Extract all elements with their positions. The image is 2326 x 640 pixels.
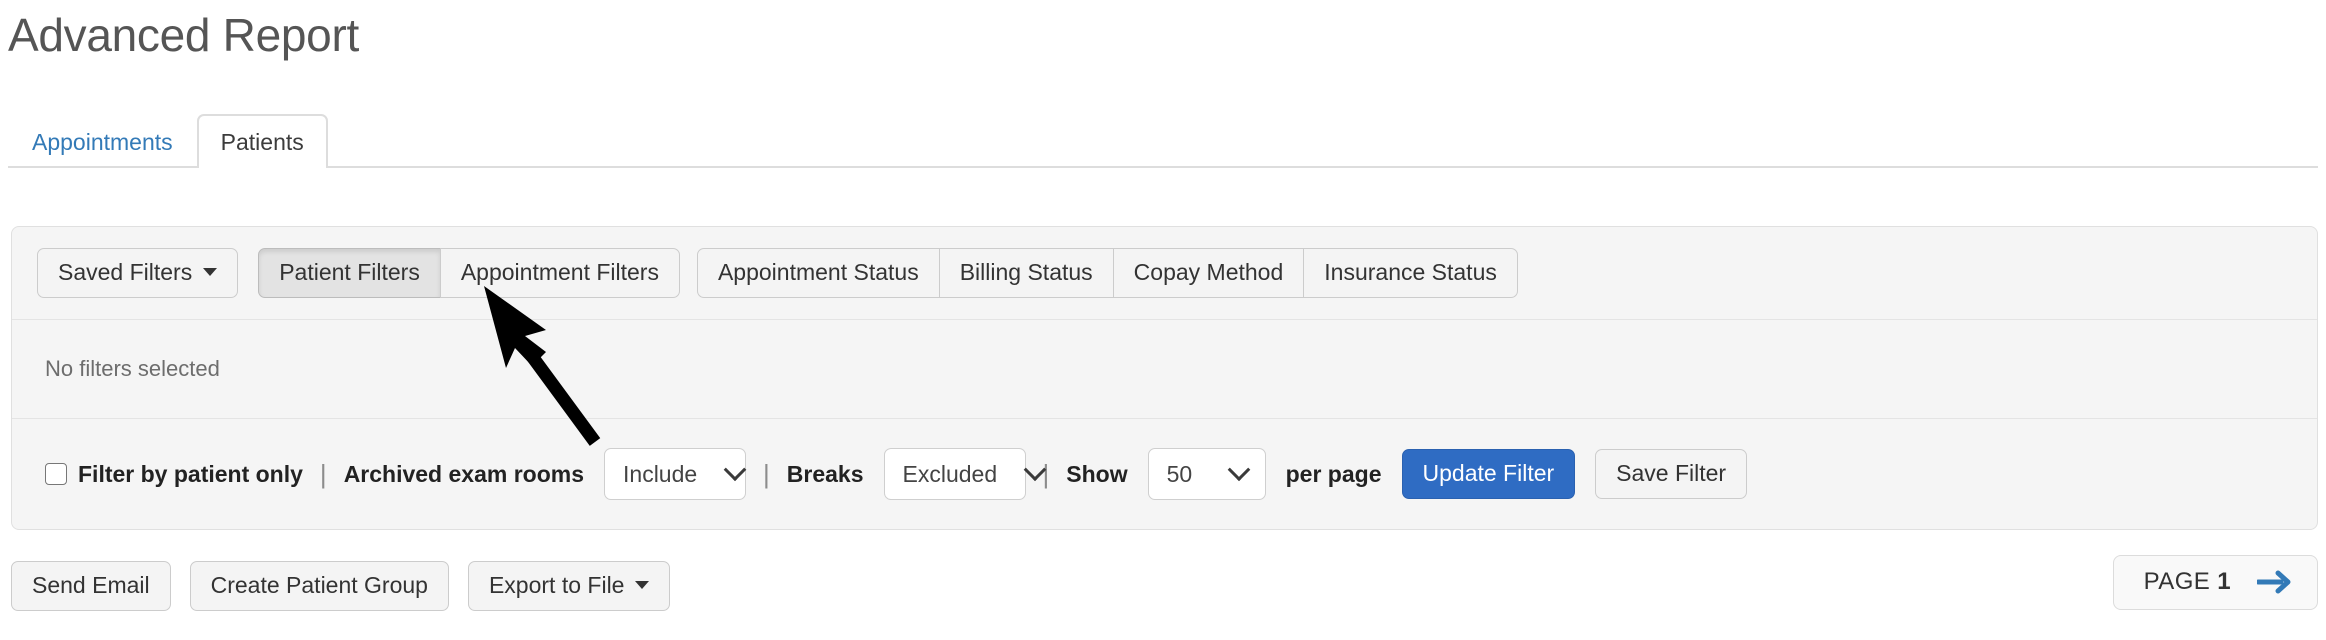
tab-patients[interactable]: Patients [196, 113, 328, 168]
per-page-label: per page [1285, 460, 1382, 487]
caret-down-icon [635, 581, 650, 590]
action-bar: Send Email Create Patient Group Export t… [11, 555, 2318, 617]
tab-strip: Appointments Patients [8, 110, 2318, 168]
save-filter-button[interactable]: Save Filter [1595, 448, 1748, 500]
breaks-value: Excluded [902, 460, 998, 487]
send-email-button[interactable]: Send Email [11, 560, 171, 612]
chevron-down-icon [1227, 458, 1250, 482]
filter-buttons-row: Saved Filters Patient Filters Appointmen… [12, 227, 2317, 320]
no-filters-selected-text: No filters selected [45, 356, 220, 381]
selected-filters-row: No filters selected [12, 320, 2317, 419]
export-to-file-label: Export to File [488, 571, 625, 598]
appointment-filters-button[interactable]: Appointment Filters [439, 247, 680, 299]
separator-1: | [319, 459, 327, 489]
patient-filters-button[interactable]: Patient Filters [258, 247, 441, 299]
show-label: Show [1066, 460, 1128, 487]
arrow-right-icon [2257, 569, 2291, 595]
export-to-file-button[interactable]: Export to File [467, 560, 671, 612]
insurance-status-button[interactable]: Insurance Status [1303, 247, 1518, 299]
copay-method-button[interactable]: Copay Method [1112, 247, 1305, 299]
status-button-group: Appointment Status Billing Status Copay … [696, 247, 1518, 299]
tab-appointments[interactable]: Appointments [8, 114, 197, 168]
checkbox-box-icon[interactable] [45, 463, 67, 485]
billing-status-button[interactable]: Billing Status [938, 247, 1114, 299]
appointment-status-button[interactable]: Appointment Status [696, 247, 940, 299]
page-number-label: PAGE 1 [2144, 568, 2231, 596]
archived-exam-rooms-select[interactable]: Include [604, 448, 747, 500]
filter-by-patient-only-checkbox[interactable]: Filter by patient only [45, 461, 303, 488]
update-filter-button[interactable]: Update Filter [1401, 448, 1576, 500]
separator-3: | [1042, 459, 1050, 489]
page-prefix: PAGE [2143, 568, 2211, 595]
page-number: 1 [2217, 568, 2231, 595]
filter-options-row: Filter by patient only | Archived exam r… [12, 419, 2317, 529]
per-page-select[interactable]: 50 [1147, 448, 1266, 500]
page-title: Advanced Report [8, 9, 359, 61]
breaks-select[interactable]: Excluded [883, 448, 1047, 500]
filter-panel: Saved Filters Patient Filters Appointmen… [11, 226, 2318, 530]
separator-2: | [763, 459, 770, 489]
filter-by-patient-only-label: Filter by patient only [78, 460, 303, 487]
per-page-value: 50 [1166, 460, 1193, 487]
create-patient-group-button[interactable]: Create Patient Group [189, 560, 449, 612]
caret-down-icon [203, 268, 218, 277]
saved-filters-label: Saved Filters [58, 258, 193, 285]
breaks-label: Breaks [786, 460, 864, 487]
archived-exam-rooms-value: Include [623, 460, 698, 487]
saved-filters-button[interactable]: Saved Filters [37, 247, 239, 299]
pagination-next-page-button[interactable]: PAGE 1 [2112, 555, 2318, 610]
archived-exam-rooms-label: Archived exam rooms [343, 460, 585, 487]
filter-type-button-group: Patient Filters Appointment Filters [258, 247, 680, 299]
chevron-down-icon [723, 458, 747, 482]
